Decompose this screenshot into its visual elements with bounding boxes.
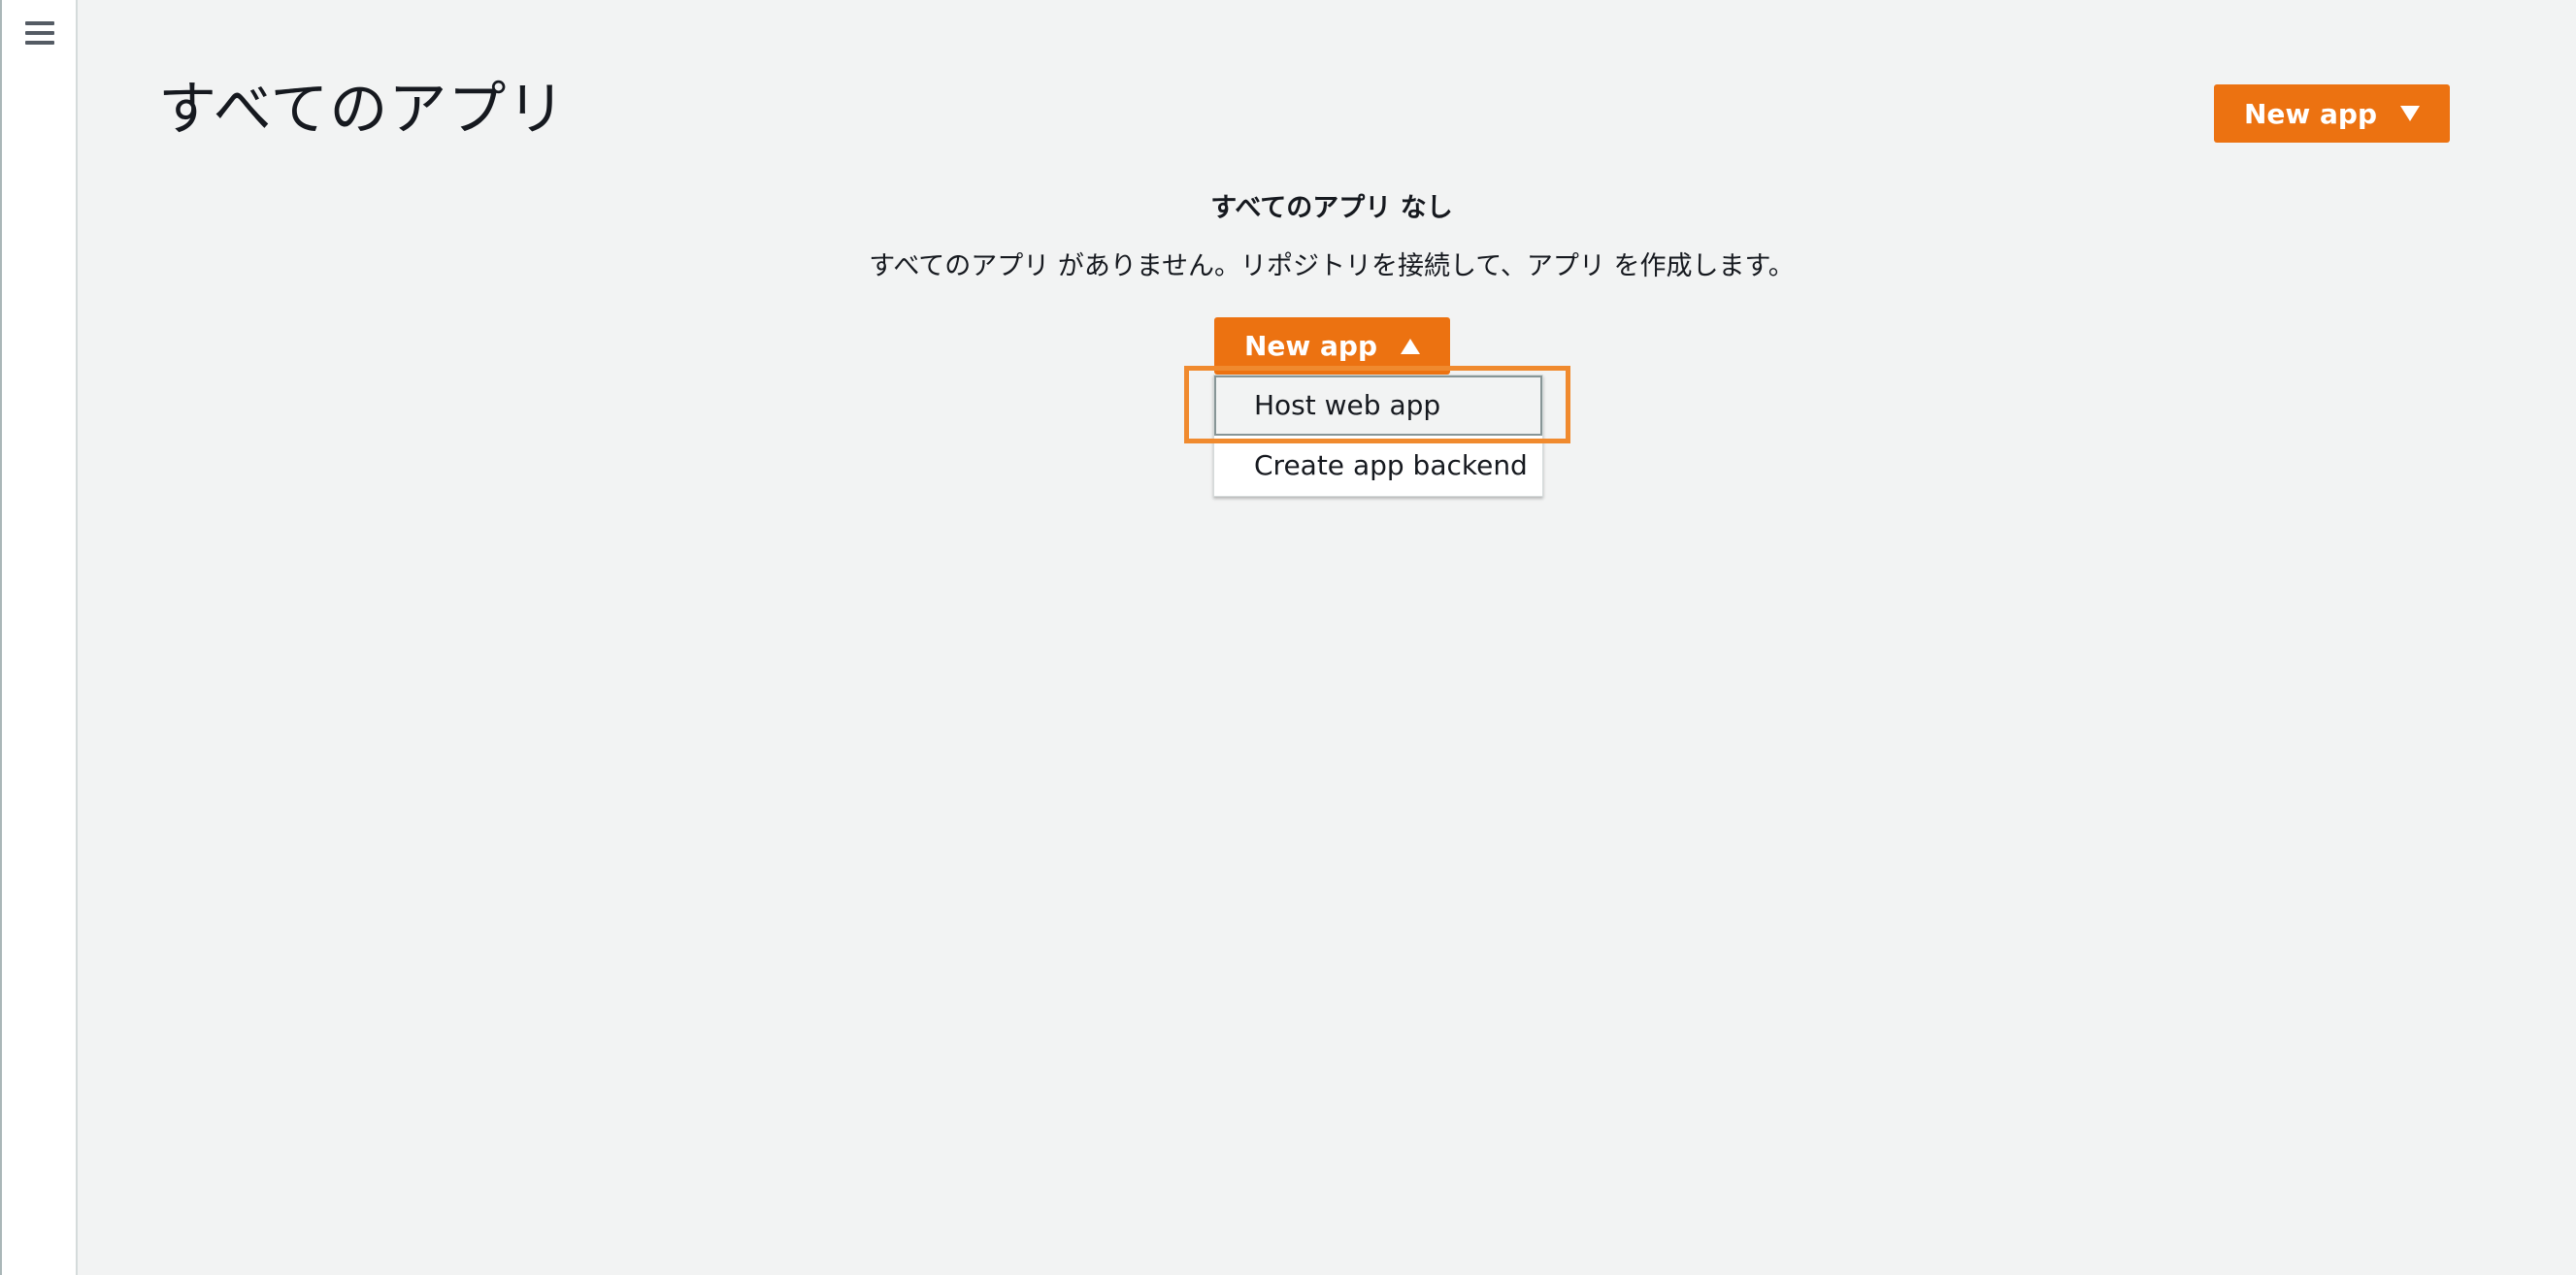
empty-state-new-app-button[interactable]: New app xyxy=(1214,317,1450,375)
menu-bar-middle xyxy=(25,31,54,35)
header-new-app-button[interactable]: New app xyxy=(2214,84,2450,143)
caret-up-icon xyxy=(1401,338,1421,354)
empty-state-new-app-label: New app xyxy=(1243,330,1378,362)
page-title: すべてのアプリ xyxy=(158,76,567,144)
header-new-app-label: New app xyxy=(2243,97,2378,130)
empty-state-description: すべてのアプリ がありません。リポジトリを接続して、アプリ を作成します。 xyxy=(869,251,1795,281)
empty-state-title: すべてのアプリ なし xyxy=(1210,193,1453,223)
caret-down-icon xyxy=(2400,106,2421,121)
menu-item-create-app-backend[interactable]: Create app backend xyxy=(1214,436,1542,496)
menu-bar-top xyxy=(25,21,54,25)
new-app-dropdown-menu: Host web app Create app backend xyxy=(1213,375,1543,497)
hamburger-menu-icon[interactable] xyxy=(25,21,54,49)
menu-item-host-web-app[interactable]: Host web app xyxy=(1214,376,1542,436)
menu-bar-bottom xyxy=(25,41,54,45)
